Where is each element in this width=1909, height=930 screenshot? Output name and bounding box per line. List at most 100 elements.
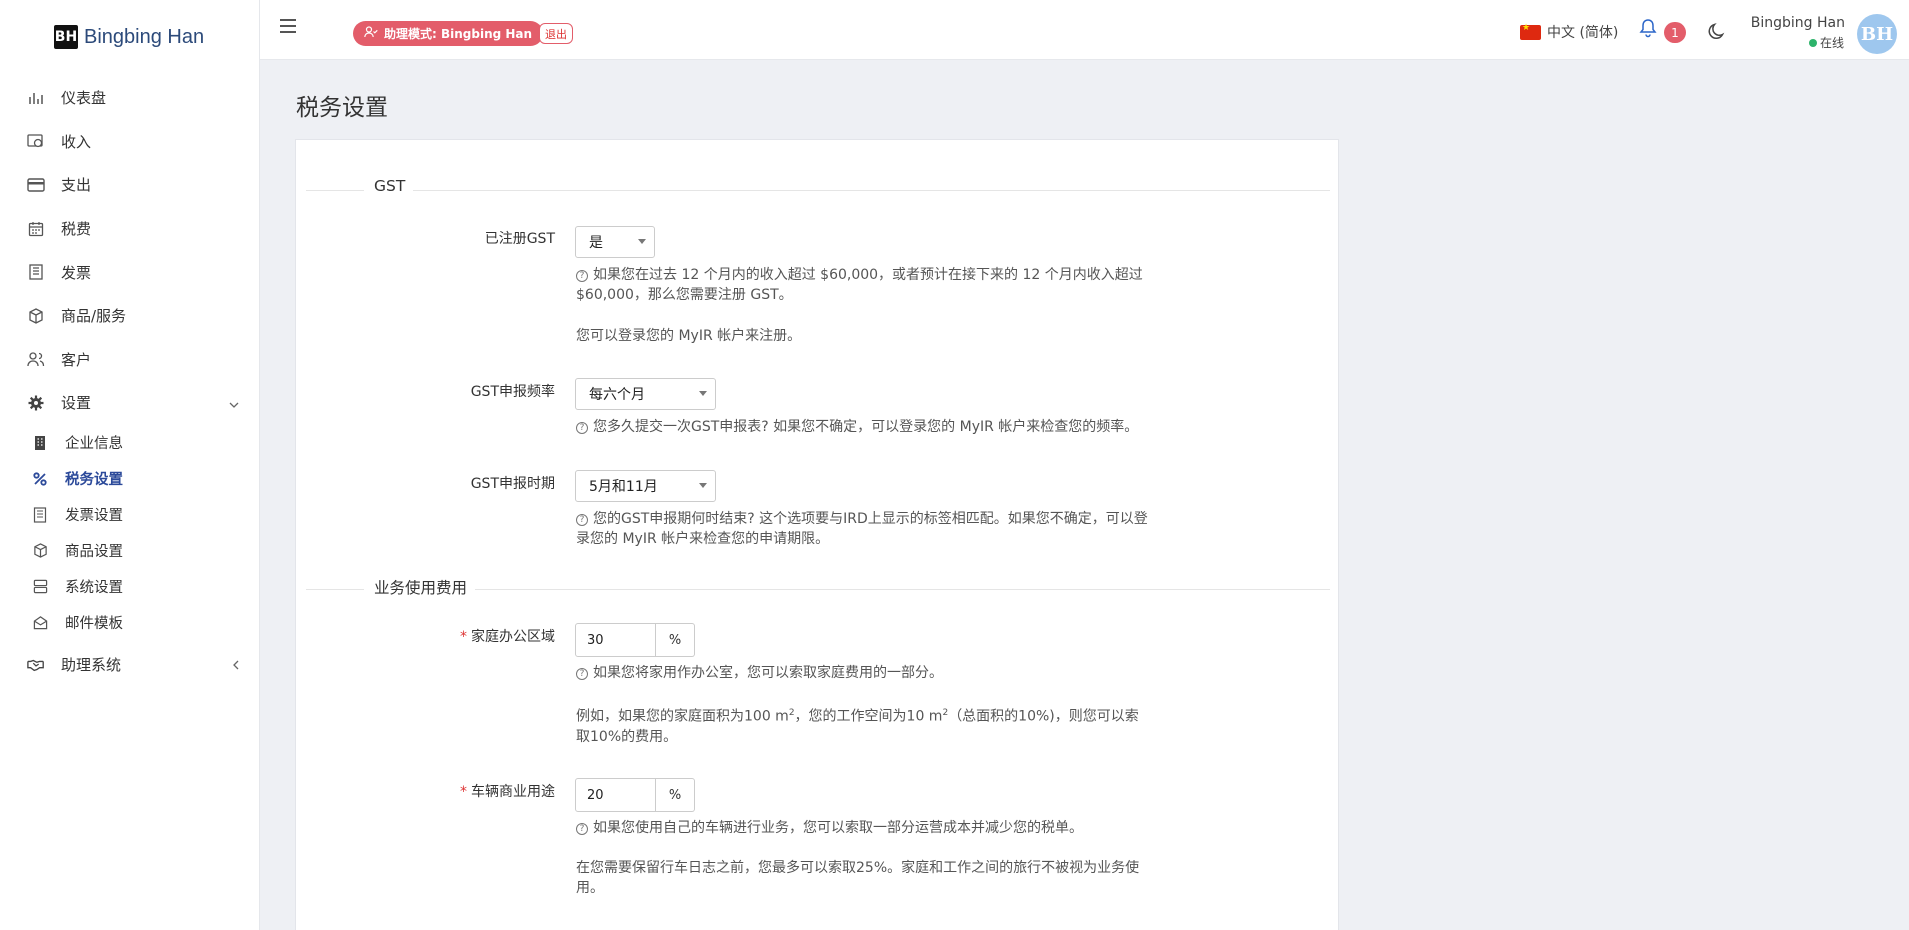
vehicle-help: ? 如果您使用自己的车辆进行业务，您可以索取一部分运营成本并减少您的税单。 bbox=[576, 818, 1166, 838]
menu-toggle-icon[interactable] bbox=[280, 19, 296, 33]
box-icon bbox=[32, 543, 48, 559]
envelope-open-icon bbox=[32, 615, 48, 631]
sidebar-item-label: 发票 bbox=[61, 263, 92, 282]
sidebar-item-invoices[interactable]: 发票 bbox=[0, 250, 259, 294]
select-value: 是 bbox=[589, 235, 603, 251]
question-circle-icon: ? bbox=[576, 270, 588, 282]
select-value: 每六个月 bbox=[589, 387, 645, 403]
home-office-help: ? 如果您将家用作办公室，您可以索取家庭费用的一部分。 bbox=[576, 663, 1151, 683]
sidebar-subitem-system-settings[interactable]: 系统设置 bbox=[0, 569, 259, 605]
user-status: 在线 bbox=[1808, 34, 1844, 51]
sidebar-subitem-product-settings[interactable]: 商品设置 bbox=[0, 533, 259, 569]
box-icon bbox=[27, 307, 45, 325]
brand-name: Bingbing Han bbox=[84, 25, 205, 48]
gst-registered-help: ? 如果您在过去 12 个月内的收入超过 $60,000，或者预计在接下来的 12… bbox=[576, 265, 1151, 305]
section-business-use: 业务使用费用 bbox=[306, 576, 1330, 598]
avatar[interactable]: BH bbox=[1857, 14, 1897, 54]
sidebar-item-products[interactable]: 商品/服务 bbox=[0, 294, 259, 338]
sidebar-subitem-label: 税务设置 bbox=[65, 472, 123, 489]
credit-card-icon bbox=[27, 176, 45, 194]
users-icon bbox=[27, 350, 45, 368]
sidebar-subitem-label: 邮件模板 bbox=[65, 616, 123, 633]
sidebar-item-expenses[interactable]: 支出 bbox=[0, 163, 259, 207]
sidebar-subitem-tax-settings[interactable]: 税务设置 bbox=[0, 461, 259, 497]
sidebar-item-income[interactable]: 收入 bbox=[0, 120, 259, 164]
sidebar-item-label: 支出 bbox=[61, 176, 92, 195]
user-check-icon bbox=[364, 26, 378, 41]
home-office-example: 例如，如果您的家庭面积为100 m2，您的工作空间为10 m2（总面积的10%)… bbox=[576, 703, 1151, 747]
help-text: 例如，如果您的家庭面积为100 m bbox=[576, 708, 789, 725]
sidebar-item-customers[interactable]: 客户 bbox=[0, 338, 259, 382]
server-icon bbox=[32, 579, 48, 595]
home-office-input[interactable]: 30 bbox=[575, 623, 656, 657]
dropdown-arrow-icon bbox=[699, 483, 707, 488]
sidebar-item-label: 收入 bbox=[61, 132, 92, 151]
sidebar-subitem-label: 企业信息 bbox=[65, 436, 123, 453]
sidebar-subitem-email-templates[interactable]: 邮件模板 bbox=[0, 605, 259, 641]
field-label: 家庭办公区域 bbox=[471, 629, 555, 645]
help-text: 如果您使用自己的车辆进行业务，您可以索取一部分运营成本并减少您的税单。 bbox=[593, 820, 1083, 836]
chevron-down-icon bbox=[229, 394, 239, 412]
field-label: 车辆商业用途 bbox=[471, 784, 555, 800]
sidebar-subitem-invoice-settings[interactable]: 发票设置 bbox=[0, 497, 259, 533]
chevron-left-icon bbox=[233, 656, 239, 674]
help-text: 您多久提交一次GST申报表? 如果您不确定，可以登录您的 MyIR 帐户来检查您… bbox=[593, 419, 1139, 435]
section-title: 业务使用费用 bbox=[364, 576, 476, 598]
sidebar: BH Bingbing Han 仪表盘 收入 支出 税费 发票 商品/服务 客户… bbox=[0, 0, 260, 930]
vehicle-label: * 车辆商业用途 bbox=[460, 781, 555, 801]
gst-frequency-select[interactable]: 每六个月 bbox=[575, 378, 716, 410]
vehicle-input[interactable]: 20 bbox=[575, 778, 656, 812]
gst-period-select[interactable]: 5月和11月 bbox=[575, 470, 716, 502]
help-text: ，您的工作空间为10 m bbox=[794, 708, 943, 725]
gear-icon bbox=[27, 394, 45, 412]
sidebar-item-label: 商品/服务 bbox=[61, 307, 127, 326]
question-circle-icon: ? bbox=[576, 422, 588, 434]
help-text: 如果您在过去 12 个月内的收入超过 $60,000，或者预计在接下来的 12 … bbox=[576, 267, 1143, 303]
china-flag-icon bbox=[1520, 23, 1541, 40]
exit-assist-button[interactable]: 退出 bbox=[539, 23, 573, 44]
gst-frequency-label: GST申报频率 bbox=[470, 384, 555, 400]
bar-chart-icon bbox=[27, 89, 45, 107]
receipt-icon bbox=[27, 263, 45, 281]
sidebar-subitem-label: 系统设置 bbox=[65, 580, 123, 597]
language-selector[interactable]: 中文 (简体) bbox=[1520, 22, 1618, 42]
home-office-label: * 家庭办公区域 bbox=[460, 626, 555, 646]
sidebar-subitem-label: 商品设置 bbox=[65, 544, 123, 561]
handshake-icon bbox=[27, 656, 45, 674]
gst-registered-help-2: 您可以登录您的 MyIR 帐户来注册。 bbox=[576, 328, 802, 344]
moon-icon[interactable] bbox=[1708, 21, 1728, 41]
page-title: 税务设置 bbox=[296, 95, 388, 121]
required-asterisk: * bbox=[460, 784, 467, 800]
bell-icon[interactable] bbox=[1639, 18, 1657, 43]
help-text: 您的GST申报期何时结束? 这个选项要与IRD上显示的标签相匹配。如果您不确定，… bbox=[576, 511, 1148, 547]
sidebar-item-label: 税费 bbox=[61, 220, 92, 239]
brand[interactable]: BH Bingbing Han bbox=[0, 0, 259, 74]
income-icon bbox=[27, 132, 45, 150]
select-value: 5月和11月 bbox=[589, 479, 658, 495]
assist-mode-text: 助理模式: Bingbing Han bbox=[384, 27, 533, 41]
calendar-icon bbox=[27, 220, 45, 238]
user-status-label: 在线 bbox=[1819, 36, 1844, 50]
home-office-input-group: 30 % bbox=[575, 623, 695, 657]
question-circle-icon: ? bbox=[576, 514, 588, 526]
section-title: GST bbox=[364, 177, 414, 195]
sidebar-item-label: 设置 bbox=[61, 394, 92, 413]
sidebar-subitem-company-info[interactable]: 企业信息 bbox=[0, 425, 259, 461]
sidebar-item-settings[interactable]: 设置 bbox=[0, 381, 259, 425]
settings-subnav: 企业信息 税务设置 发票设置 商品设置 系统设置 邮件模板 bbox=[0, 425, 259, 641]
topbar: 助理模式: Bingbing Han 退出 中文 (简体) 1 Bingbing… bbox=[260, 0, 1909, 60]
gst-registered-select[interactable]: 是 bbox=[575, 226, 655, 258]
user-name: Bingbing Han bbox=[1750, 15, 1845, 31]
sidebar-item-assist-system[interactable]: 助理系统 bbox=[0, 643, 259, 687]
sidebar-item-label: 客户 bbox=[61, 350, 92, 369]
vehicle-input-group: 20 % bbox=[575, 778, 695, 812]
section-gst: GST bbox=[306, 177, 1330, 197]
receipt-icon bbox=[32, 507, 48, 523]
sidebar-item-dashboard[interactable]: 仪表盘 bbox=[0, 76, 259, 120]
assist-mode-badge: 助理模式: Bingbing Han bbox=[353, 21, 544, 46]
percent-icon bbox=[32, 471, 48, 487]
help-text: 如果您将家用作办公室，您可以索取家庭费用的一部分。 bbox=[593, 665, 943, 681]
percent-addon: % bbox=[656, 778, 695, 812]
dropdown-arrow-icon bbox=[638, 239, 646, 244]
sidebar-item-tax[interactable]: 税费 bbox=[0, 207, 259, 251]
